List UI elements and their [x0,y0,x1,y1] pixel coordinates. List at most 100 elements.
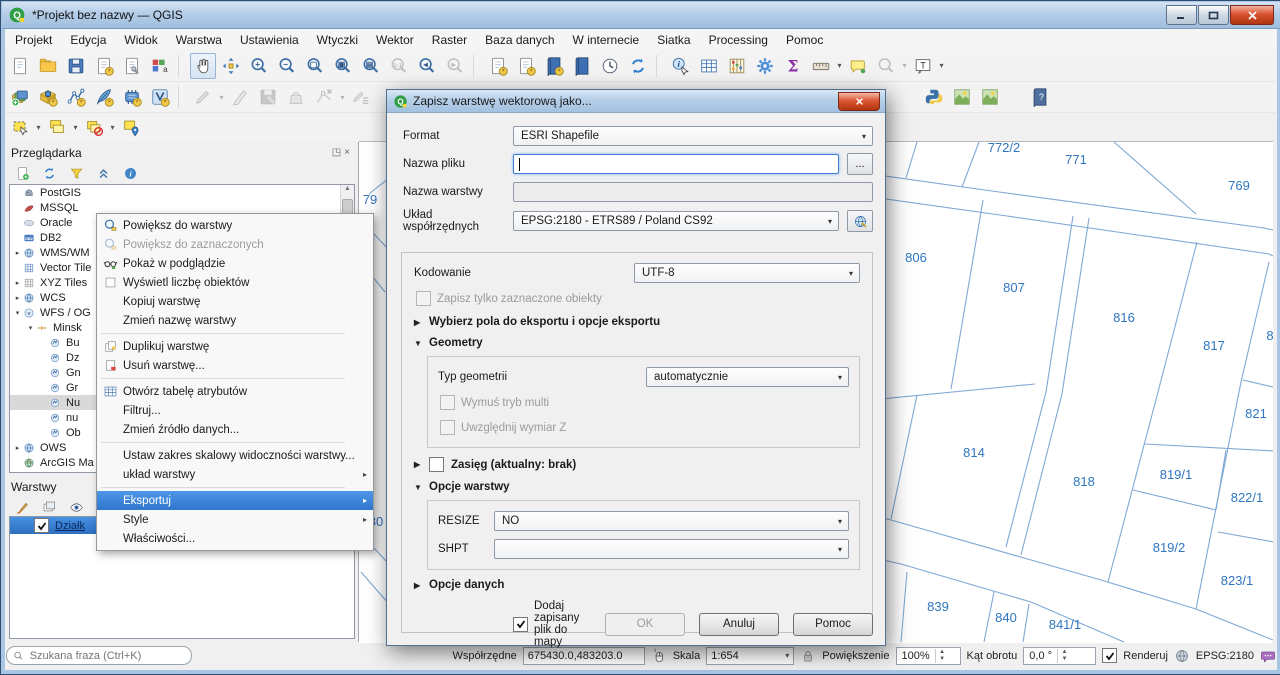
zoom-in-icon[interactable]: + [246,53,272,79]
menu-raster[interactable]: Raster [423,30,476,50]
crs-picker-button[interactable] [847,210,873,232]
refresh-icon[interactable] [39,164,59,184]
magnifier-spin[interactable]: 100%▲▼ [896,647,961,665]
measure-dropdown-icon[interactable]: ▾ [835,61,844,70]
map-themes-icon[interactable] [66,498,86,518]
current-edits-dropdown-icon[interactable]: ▾ [217,93,226,102]
statistics-icon[interactable] [724,53,750,79]
context-menu-item-duplikuj-warstwę[interactable]: Duplikuj warstwę [97,337,373,356]
context-menu-item-zmień-nazwę-warstwy[interactable]: Zmień nazwę warstwy [97,311,373,330]
vertex-tool-dropdown-icon[interactable]: ▾ [338,93,347,102]
zoom-full-icon[interactable]: ▢ [302,53,328,79]
messages-icon[interactable] [1260,648,1276,664]
menu-wektor[interactable]: Wektor [367,30,423,50]
context-menu-item-powiększ-do-zaznaczonych[interactable]: Powiększ do zaznaczonych [97,235,373,254]
zoom-next-icon[interactable]: ▸ [442,53,468,79]
attribute-table-icon[interactable] [696,53,722,79]
toggle-editing-icon[interactable] [227,84,253,110]
data-options-section-header[interactable]: ▶ Opcje danych [414,579,860,591]
search-dropdown-icon[interactable]: ▾ [900,61,909,70]
add-group-icon[interactable] [39,498,59,518]
status-crs[interactable]: EPSG:2180 [1196,650,1254,662]
select-by-value-dropdown-icon[interactable]: ▾ [71,123,80,132]
current-edits-icon[interactable] [190,84,216,110]
zoom-out-icon[interactable]: − [274,53,300,79]
multiedit-icon[interactable] [348,84,374,110]
menu-processing[interactable]: Processing [700,30,777,50]
chevron-right-icon[interactable]: ▸ [12,444,23,452]
browse-button[interactable]: ... [847,153,873,175]
pan-to-selection-icon[interactable] [218,53,244,79]
show-bookmarks-icon[interactable] [569,53,595,79]
shpt-combo[interactable]: ▾ [494,539,849,559]
search-input[interactable] [28,649,185,663]
zoom-to-selection-icon[interactable]: ▣ [330,53,356,79]
open-project-icon[interactable] [35,53,61,79]
menu-warstwa[interactable]: Warstwa [167,30,231,50]
temporal-controller-icon[interactable] [597,53,623,79]
close-icon[interactable] [1230,5,1274,25]
menu-ustawienia[interactable]: Ustawienia [231,30,308,50]
map-tips-icon[interactable] [845,53,871,79]
add-geopackage-icon[interactable]: * [35,84,61,110]
help-contents-icon[interactable]: ? [1027,84,1053,110]
paste-features-icon[interactable] [283,84,309,110]
extent-checkbox[interactable] [429,457,444,472]
crs-globe-icon[interactable] [1174,648,1190,664]
ok-button[interactable]: OK [605,613,685,636]
select-by-value-icon[interactable] [44,114,70,140]
layer-options-section-header[interactable]: ▼ Opcje warstwy [414,481,860,493]
new-shapefile-icon[interactable]: * [63,84,89,110]
context-menu-item-układ-warstwy[interactable]: układ warstwy▸ [97,465,373,484]
geom-type-combo[interactable]: automatycznie▾ [646,367,849,387]
context-menu-item-filtruj[interactable]: Filtruj... [97,401,373,420]
context-menu-item-zmień-źródło-danych[interactable]: Zmień źródło danych... [97,420,373,439]
new-3d-map-view-icon[interactable]: * [513,53,539,79]
statistical-summary-icon[interactable]: Σ [780,53,806,79]
chevron-down-icon[interactable]: ▾ [25,324,36,332]
close-panel-icon[interactable]: × [344,147,353,158]
dialog-close-icon[interactable] [838,92,880,111]
python-console-icon[interactable] [921,84,947,110]
identify-features-icon[interactable]: i [668,53,694,79]
save-project-icon[interactable] [63,53,89,79]
mouse-position-icon[interactable] [651,648,667,664]
layer-styling-icon[interactable] [12,498,32,518]
zoom-last-icon[interactable]: ◂ [414,53,440,79]
deselect-all-icon[interactable] [81,114,107,140]
measure-icon[interactable] [808,53,834,79]
deselect-all-dropdown-icon[interactable]: ▾ [108,123,117,132]
fields-section-header[interactable]: ▶ Wybierz pola do eksportu i opcje ekspo… [414,316,860,328]
chevron-right-icon[interactable]: ▸ [12,294,23,302]
add-layer-icon[interactable] [12,164,32,184]
geometry-section-header[interactable]: ▼ Geometry [414,337,860,349]
resize-combo[interactable]: NO▾ [494,511,849,531]
lock-scale-icon[interactable] [800,648,816,664]
scale-combo[interactable]: 1:654▾ [706,647,794,665]
menu-baza-danych[interactable]: Baza danych [476,30,563,50]
encoding-combo[interactable]: UTF-8▾ [634,263,860,283]
context-menu-item-pokaż-w-podglądzie[interactable]: Pokaż w podglądzie [97,254,373,273]
vector-layer-dialog-icon[interactable]: * [147,84,173,110]
float-panel-icon[interactable]: ◳ [332,147,344,158]
new-bookmark-icon[interactable]: * [541,53,567,79]
vertex-tool-icon[interactable] [311,84,337,110]
select-by-location-icon[interactable] [118,114,144,140]
plugin-image2-icon[interactable] [977,84,1003,110]
menu-w-internecie[interactable]: W internecie [564,30,649,50]
context-menu-item-powiększ-do-warstwy[interactable]: Powiększ do warstwy [97,216,373,235]
new-project-icon[interactable] [7,53,33,79]
select-features-icon[interactable] [7,114,33,140]
crs-combo[interactable]: EPSG:2180 - ETRS89 / Poland CS92▾ [513,211,839,231]
help-button[interactable]: Pomoc [793,613,873,636]
context-menu-item-otwórz-tabelę-atrybutów[interactable]: Otwórz tabelę atrybutów [97,382,373,401]
menu-pomoc[interactable]: Pomoc [777,30,832,50]
new-mesh-layer-icon[interactable]: * [119,84,145,110]
chevron-right-icon[interactable]: ▸ [12,279,23,287]
menu-projekt[interactable]: Projekt [6,30,61,50]
extent-section-header[interactable]: ▶ Zasięg (aktualny: brak) [414,457,860,472]
menu-edycja[interactable]: Edycja [61,30,115,50]
add-to-map-checkbox[interactable] [513,617,528,632]
select-features-dropdown-icon[interactable]: ▾ [34,123,43,132]
cancel-button[interactable]: Anuluj [699,613,779,636]
